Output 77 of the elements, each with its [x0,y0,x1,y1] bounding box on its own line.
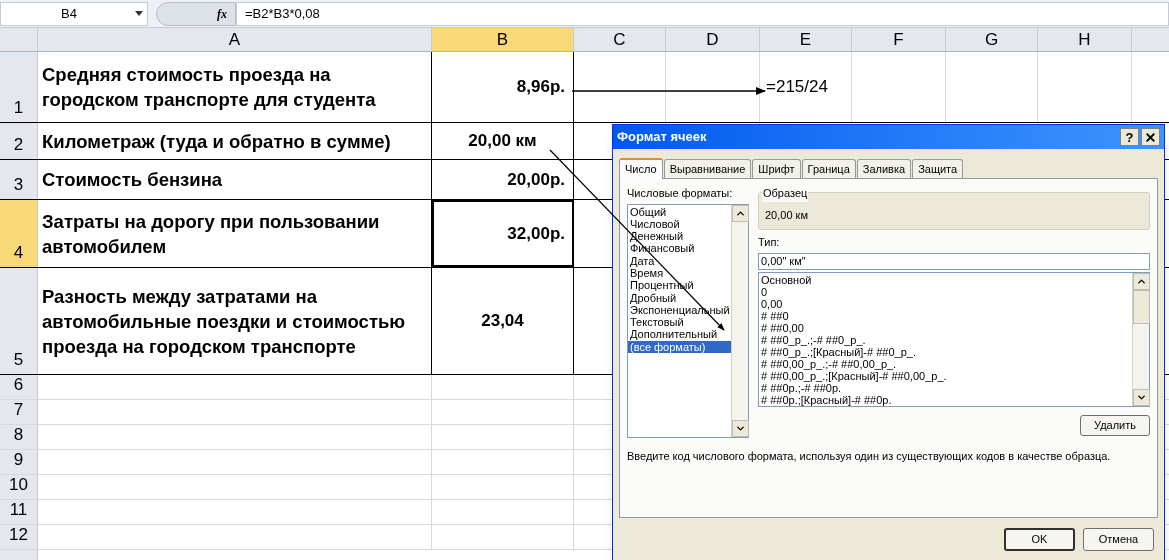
column-header[interactable]: D [666,28,760,51]
row-header[interactable]: 3 [0,160,38,199]
row-header[interactable]: 4 [0,200,38,267]
table-cell-text: 8,96р. [516,76,565,99]
tab[interactable]: Граница [801,159,856,178]
column-header[interactable]: E [760,28,852,51]
table-cell-text: 20,00р. [507,168,565,191]
cancel-button[interactable]: Отмена [1083,528,1154,551]
row-header[interactable]: 5 [0,268,38,374]
list-item[interactable]: Дополнительный [628,328,731,341]
list-item[interactable]: Текстовый [628,316,731,329]
help-button[interactable]: ? [1120,128,1139,146]
name-box[interactable]: B4 [0,1,148,26]
field-label: Числовые форматы: [627,186,734,201]
tab[interactable]: Выравнивание [663,159,752,178]
scroll-up-button[interactable] [1133,272,1150,290]
list-item[interactable]: Дробный [628,291,731,304]
row-header[interactable]: 12 [0,525,38,549]
list-item[interactable]: Основной [759,273,1132,286]
table-cell-text: Разность между затратами на автомобильные поездки и стоимостью проезда на городском транспорте [42,284,407,359]
table-cell-text: 32,00р. [507,222,565,245]
table-cell-text: Стоимость бензина [42,168,223,192]
row-header[interactable]: 8 [0,425,38,449]
list-item[interactable]: 0 [759,285,1132,298]
field-label: Тип: [758,235,781,250]
formula-field[interactable]: =B2*B3*0,08 [236,1,1169,26]
row-header[interactable]: 7 [0,400,38,424]
table-cell-text: 20,00 км [468,130,537,153]
close-button[interactable] [1141,128,1160,146]
list-item[interactable]: # ##0 [759,309,1132,322]
row-header[interactable]: 11 [0,500,38,524]
tab[interactable]: Защита [912,159,964,178]
list-item[interactable]: # ##0_р_.;[Красный]-# ##0_р_. [759,345,1132,358]
tab[interactable]: Заливка [856,159,912,178]
scroll-down-button[interactable] [1133,388,1150,406]
list-item[interactable]: (все форматы) [628,340,731,354]
scroll-down-button[interactable] [732,419,749,437]
list-item[interactable]: # ##0_р_.;-# ##0_р_. [759,333,1132,346]
list-item[interactable]: # ##0,00 [759,321,1132,334]
tab[interactable]: Число [619,158,663,179]
scroll-thumb[interactable] [1133,289,1150,324]
type-field[interactable]: 0,00" км" [758,252,1150,270]
row-header[interactable]: 1 [0,52,38,122]
column-header[interactable]: G [946,28,1038,51]
sample-value: 20,00 км [765,207,808,223]
list-item[interactable]: # ##0,00_р_.;[Красный]-# ##0,00_р_. [759,369,1132,382]
table-cell-text: Средняя стоимость проезда на городском транспорте для студента [42,63,377,112]
row-header[interactable]: 2 [0,123,38,159]
list-item[interactable]: Дата [628,254,731,267]
list-item[interactable]: Время [628,267,731,280]
ok-button[interactable]: OK [1004,528,1075,551]
group-label: Образец [762,185,809,202]
column-header[interactable]: C [574,28,666,51]
tab[interactable]: Шрифт [752,159,801,178]
table-cell-text: =215/24 [766,76,828,99]
hint-text: Введите код числового формата, используя один из существующих кодов в качестве образца. [627,448,1112,464]
row-header[interactable]: 9 [0,450,38,474]
scroll-up-button[interactable] [732,204,749,222]
list-item[interactable]: Общий [628,205,731,218]
dropdown-caret-icon[interactable] [135,11,143,16]
delete-button[interactable]: Удалить [1080,414,1150,436]
list-item[interactable]: # ##0р.;[Красный]-# ##0р. [759,393,1132,406]
window-title: Формат ячеек [617,128,707,147]
column-header[interactable]: B [432,28,574,51]
list-item[interactable]: # ##0р.;-# ##0р. [759,381,1132,394]
list-item[interactable]: Числовой [628,217,731,231]
table-cell-text: Километраж (туда и обратно в сумме) [42,129,391,154]
column-header[interactable]: H [1038,28,1132,51]
row-header[interactable]: 6 [0,375,38,399]
list-item[interactable]: # ##0,00_р_.;-# ##0,00_р_. [759,357,1132,370]
close-icon [1144,130,1157,144]
list-item[interactable]: 0,00 [759,297,1132,310]
insert-function-button[interactable]: fx [217,4,227,23]
column-header[interactable]: F [852,28,946,51]
table-cell-text: 23,04 [481,310,524,333]
table-cell-text: Затраты на дорогу при пользовании автомобилем [42,209,381,259]
row-header[interactable]: 10 [0,475,38,499]
